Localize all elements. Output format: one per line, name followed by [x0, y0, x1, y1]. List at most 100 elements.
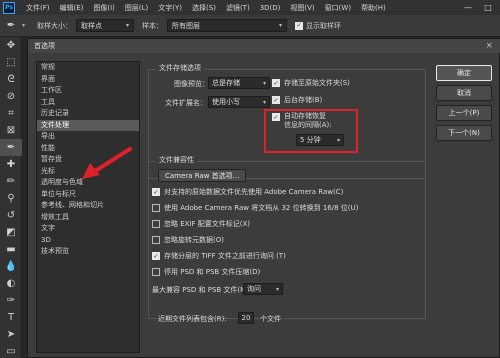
shape-tool-icon[interactable]: ▭ [0, 343, 22, 358]
annotation-arrow [82, 147, 132, 179]
compat-option-1[interactable]: ✓ 对支持的原始数据文件优先使用 Adobe Camera Raw(C) [152, 187, 343, 197]
category-export[interactable]: 导出 [37, 131, 139, 143]
path-select-icon[interactable]: ➤ [0, 326, 22, 343]
max-compat-select[interactable]: 询问 ▾ [243, 283, 283, 295]
max-compat-value: 询问 [247, 285, 261, 293]
minimize-button[interactable]: — [460, 0, 476, 15]
auto-save-interval-select[interactable]: 5 分钟 ▾ [296, 134, 344, 146]
background-save-label: 后台存储(B) [284, 96, 323, 104]
compat-option-6-checkbox[interactable] [152, 268, 160, 276]
compat-option-5-checkbox[interactable]: ✓ [152, 252, 160, 260]
category-file-handling[interactable]: 文件处理 [37, 119, 139, 131]
category-list: 常规 界面 工作区 工具 历史记录 文件处理 导出 性能 暂存盘 光标 透明度与… [36, 61, 140, 353]
category-tools[interactable]: 工具 [37, 97, 139, 109]
auto-save-label: 自动存储恢复 信息的间隔(A): [284, 112, 332, 130]
compat-option-3-checkbox[interactable] [152, 220, 160, 228]
crop-tool-icon[interactable]: ⌗ [0, 105, 22, 122]
marquee-tool-icon[interactable]: ⬚ [0, 54, 22, 71]
brush-tool-icon[interactable]: ✏ [0, 173, 22, 190]
category-units[interactable]: 单位与标尺 [37, 189, 139, 201]
sample-size-value: 取样点 [81, 21, 103, 30]
category-guides[interactable]: 参考线、网格和切片 [37, 200, 139, 212]
chevron-down-icon: ▾ [262, 79, 266, 87]
category-general[interactable]: 常规 [37, 62, 139, 74]
menu-filter[interactable]: 滤镜(T) [221, 3, 255, 13]
auto-save-checkbox[interactable]: ✓ [272, 113, 280, 121]
file-extension-label: 文件扩展名： [165, 99, 207, 107]
menu-image[interactable]: 图像(I) [88, 3, 120, 13]
menu-type[interactable]: 文字(Y) [153, 3, 187, 13]
menu-file[interactable]: 文件(F) [21, 3, 55, 13]
type-tool-icon[interactable]: T [0, 309, 22, 326]
frame-tool-icon[interactable]: ⊠ [0, 122, 22, 139]
dodge-tool-icon[interactable]: ◐ [0, 275, 22, 292]
compat-option-3[interactable]: 忽略 EXIF 配置文件标记(X) [152, 219, 250, 229]
menu-3d[interactable]: 3D(D) [255, 4, 286, 12]
chevron-down-icon: ▾ [275, 285, 279, 293]
close-icon[interactable]: × [485, 41, 493, 51]
lasso-tool-icon[interactable]: ᘓ [0, 71, 22, 88]
compat-option-4-checkbox[interactable] [152, 236, 160, 244]
sample-select[interactable]: 所有图层 ▾ [167, 19, 288, 32]
category-type[interactable]: 文字 [37, 223, 139, 235]
recent-files-label: 近期文件列表包含(R): [158, 315, 227, 323]
category-plugins[interactable]: 增效工具 [37, 212, 139, 224]
menu-select[interactable]: 选择(S) [187, 3, 221, 13]
menu-help[interactable]: 帮助(H) [356, 3, 391, 13]
eraser-tool-icon[interactable]: ◩ [0, 224, 22, 241]
quick-select-tool-icon[interactable]: ⊘ [0, 88, 22, 105]
cancel-button[interactable]: 取消 [436, 85, 492, 101]
compat-option-4-label: 忽略旋转元数据(O) [164, 236, 224, 244]
compat-option-2-checkbox[interactable] [152, 204, 160, 212]
dialog-title-bar[interactable]: 首选项 [28, 39, 500, 53]
category-tech-preview[interactable]: 技术预览 [37, 246, 139, 258]
next-button[interactable]: 下一个(N) [436, 125, 492, 141]
image-preview-select[interactable]: 总是存储 ▾ [208, 77, 270, 89]
file-extension-select[interactable]: 使用小写 ▾ [208, 96, 270, 108]
eyedropper-tool-icon[interactable]: ✒ [0, 139, 22, 156]
move-tool-icon[interactable]: ✥ [0, 37, 22, 54]
sample-size-select[interactable]: 取样点 ▾ [76, 19, 135, 32]
compat-option-2[interactable]: 使用 Adobe Camera Raw 将文档从 32 位转换到 16/8 位(… [152, 203, 358, 213]
max-compat-label: 最大兼容 PSD 和 PSB 文件(M): [152, 286, 252, 294]
compat-option-6[interactable]: 停用 PSD 和 PSB 文件压缩(D) [152, 267, 260, 277]
category-interface[interactable]: 界面 [37, 74, 139, 86]
ok-button[interactable]: 确定 [436, 65, 492, 81]
blur-tool-icon[interactable]: 💧 [0, 258, 22, 275]
menu-layer[interactable]: 图层(L) [120, 3, 153, 13]
category-workspace[interactable]: 工作区 [37, 85, 139, 97]
category-history[interactable]: 历史记录 [37, 108, 139, 120]
file-extension-value: 使用小写 [212, 98, 240, 106]
tool-preset-chevron-icon[interactable]: ▾ [22, 22, 25, 29]
camera-raw-preferences-button[interactable]: Camera Raw 首选项... [158, 169, 247, 182]
auto-save-option[interactable]: ✓ 自动存储恢复 信息的间隔(A): [272, 112, 332, 130]
pen-tool-icon[interactable]: ✑ [0, 292, 22, 309]
healing-brush-icon[interactable]: ✚ [0, 156, 22, 173]
compat-option-3-label: 忽略 EXIF 配置文件标记(X) [164, 220, 251, 228]
maximize-button[interactable]: □ [480, 0, 496, 15]
category-3d[interactable]: 3D [37, 235, 139, 247]
save-to-original-folder-checkbox[interactable]: ✓ [272, 79, 280, 87]
options-bar: ✒ ▾ 取样大小： 取样点 ▾ 样本： 所有图层 ▾ ✓ 显示取样环 [0, 15, 500, 37]
compat-option-6-label: 停用 PSD 和 PSB 文件压缩(D) [164, 268, 261, 276]
prev-button[interactable]: 上一个(P) [436, 105, 492, 121]
auto-save-interval-value: 5 分钟 [300, 136, 321, 144]
compat-option-5[interactable]: ✓ 存储分层的 TIFF 文件之前进行询问 (T) [152, 251, 286, 261]
chevron-down-icon: ▾ [126, 22, 130, 29]
background-save-option[interactable]: ✓ 后台存储(B) [272, 95, 322, 105]
save-to-original-folder-option[interactable]: ✓ 存储至原始文件夹(S) [272, 78, 350, 88]
menu-window[interactable]: 窗口(W) [320, 3, 356, 13]
menu-edit[interactable]: 编辑(E) [55, 3, 89, 13]
compat-option-1-checkbox[interactable]: ✓ [152, 188, 160, 196]
recent-files-unit: 个文件 [260, 315, 281, 323]
history-brush-icon[interactable]: ↺ [0, 207, 22, 224]
gradient-tool-icon[interactable]: ▬ [0, 241, 22, 258]
menu-view[interactable]: 视图(V) [285, 3, 319, 13]
recent-files-input[interactable]: 20 [238, 312, 254, 324]
clone-stamp-icon[interactable]: ⚲ [0, 190, 22, 207]
show-ring-checkbox[interactable]: ✓ [295, 21, 304, 30]
compat-option-4[interactable]: 忽略旋转元数据(O) [152, 235, 224, 245]
background-save-checkbox[interactable]: ✓ [272, 96, 280, 104]
eyedropper-tool-icon[interactable]: ✒ [0, 17, 22, 35]
compat-option-1-label: 对支持的原始数据文件优先使用 Adobe Camera Raw(C) [164, 188, 344, 196]
